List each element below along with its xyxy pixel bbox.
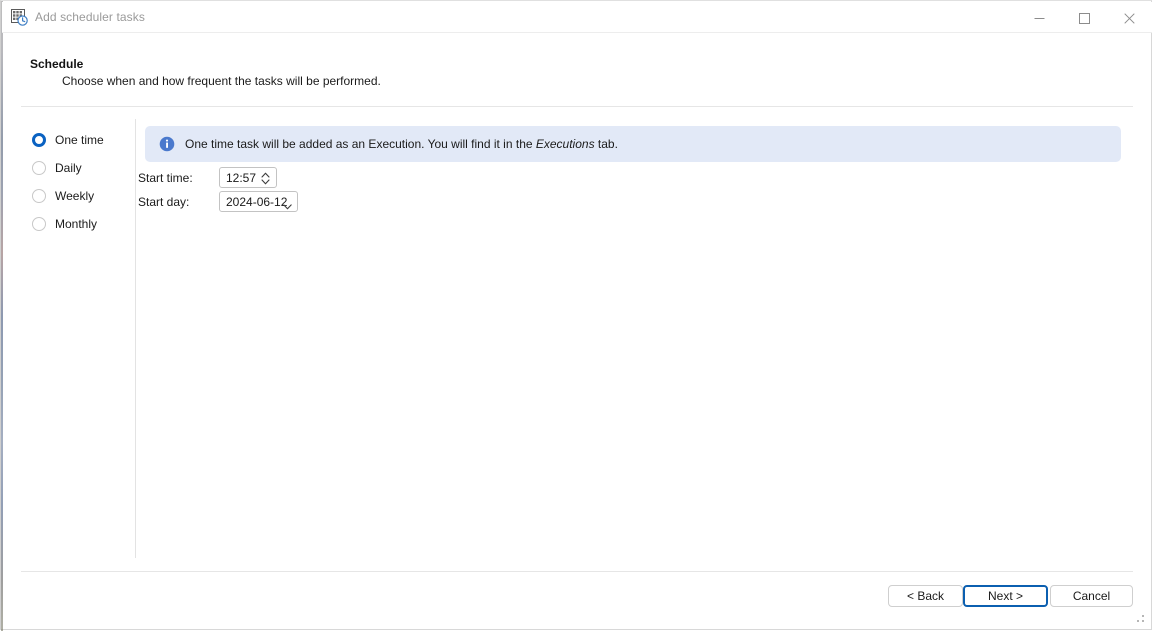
start-day-value: 2024-06-12 (226, 194, 288, 209)
radio-option-one-time[interactable]: One time (32, 131, 104, 149)
start-day-dropdown[interactable]: 2024-06-12 (219, 191, 298, 212)
minimize-icon (1034, 17, 1045, 19)
radio-option-monthly[interactable]: Monthly (32, 215, 97, 233)
header-divider (21, 106, 1133, 107)
back-button[interactable]: < Back (888, 585, 963, 607)
radio-indicator (32, 161, 46, 175)
start-time-input[interactable]: 12:57 (219, 167, 277, 188)
scheduler-calendar-clock-icon (11, 9, 28, 26)
info-text-emphasis: Executions (535, 137, 595, 151)
footer-divider (21, 571, 1133, 572)
close-icon (1124, 12, 1135, 24)
next-button[interactable]: Next > (963, 585, 1048, 607)
maximize-button[interactable] (1062, 3, 1107, 33)
radio-option-daily[interactable]: Daily (32, 159, 82, 177)
page-subtitle: Choose when and how frequent the tasks w… (62, 74, 381, 88)
info-banner: One time task will be added as an Execut… (145, 126, 1121, 162)
info-text-after: tab. (594, 137, 618, 151)
page-title: Schedule (30, 57, 84, 71)
frequency-options-pane: One time Daily Weekly Monthly (21, 121, 135, 558)
dialog-window: Add scheduler tasks Schedule Choose when… (0, 0, 1152, 631)
radio-label: Monthly (55, 217, 98, 231)
window-edge-strip (1, 1, 3, 631)
window-title: Add scheduler tasks (35, 10, 145, 24)
spinner-up-down-icon[interactable] (260, 171, 271, 186)
chevron-down-icon (283, 199, 292, 210)
radio-indicator (32, 217, 46, 231)
start-time-value: 12:57 (226, 170, 257, 185)
start-day-label: Start day: (138, 195, 190, 209)
maximize-icon (1079, 12, 1090, 24)
radio-indicator-selected (32, 133, 46, 147)
vertical-divider (135, 119, 136, 558)
radio-label: One time (55, 133, 104, 147)
start-time-label: Start time: (138, 171, 193, 185)
radio-label: Weekly (55, 189, 95, 203)
minimize-button[interactable] (1017, 3, 1062, 33)
info-text-before: One time task will be added as an Execut… (185, 137, 536, 151)
cancel-button[interactable]: Cancel (1050, 585, 1133, 607)
resize-grip[interactable] (1137, 615, 1147, 625)
info-banner-text: One time task will be added as an Execut… (185, 137, 618, 151)
info-icon (159, 136, 175, 152)
radio-option-weekly[interactable]: Weekly (32, 187, 94, 205)
close-button[interactable] (1107, 3, 1152, 33)
radio-indicator (32, 189, 46, 203)
title-bar: Add scheduler tasks (2, 2, 1152, 33)
radio-label: Daily (55, 161, 82, 175)
